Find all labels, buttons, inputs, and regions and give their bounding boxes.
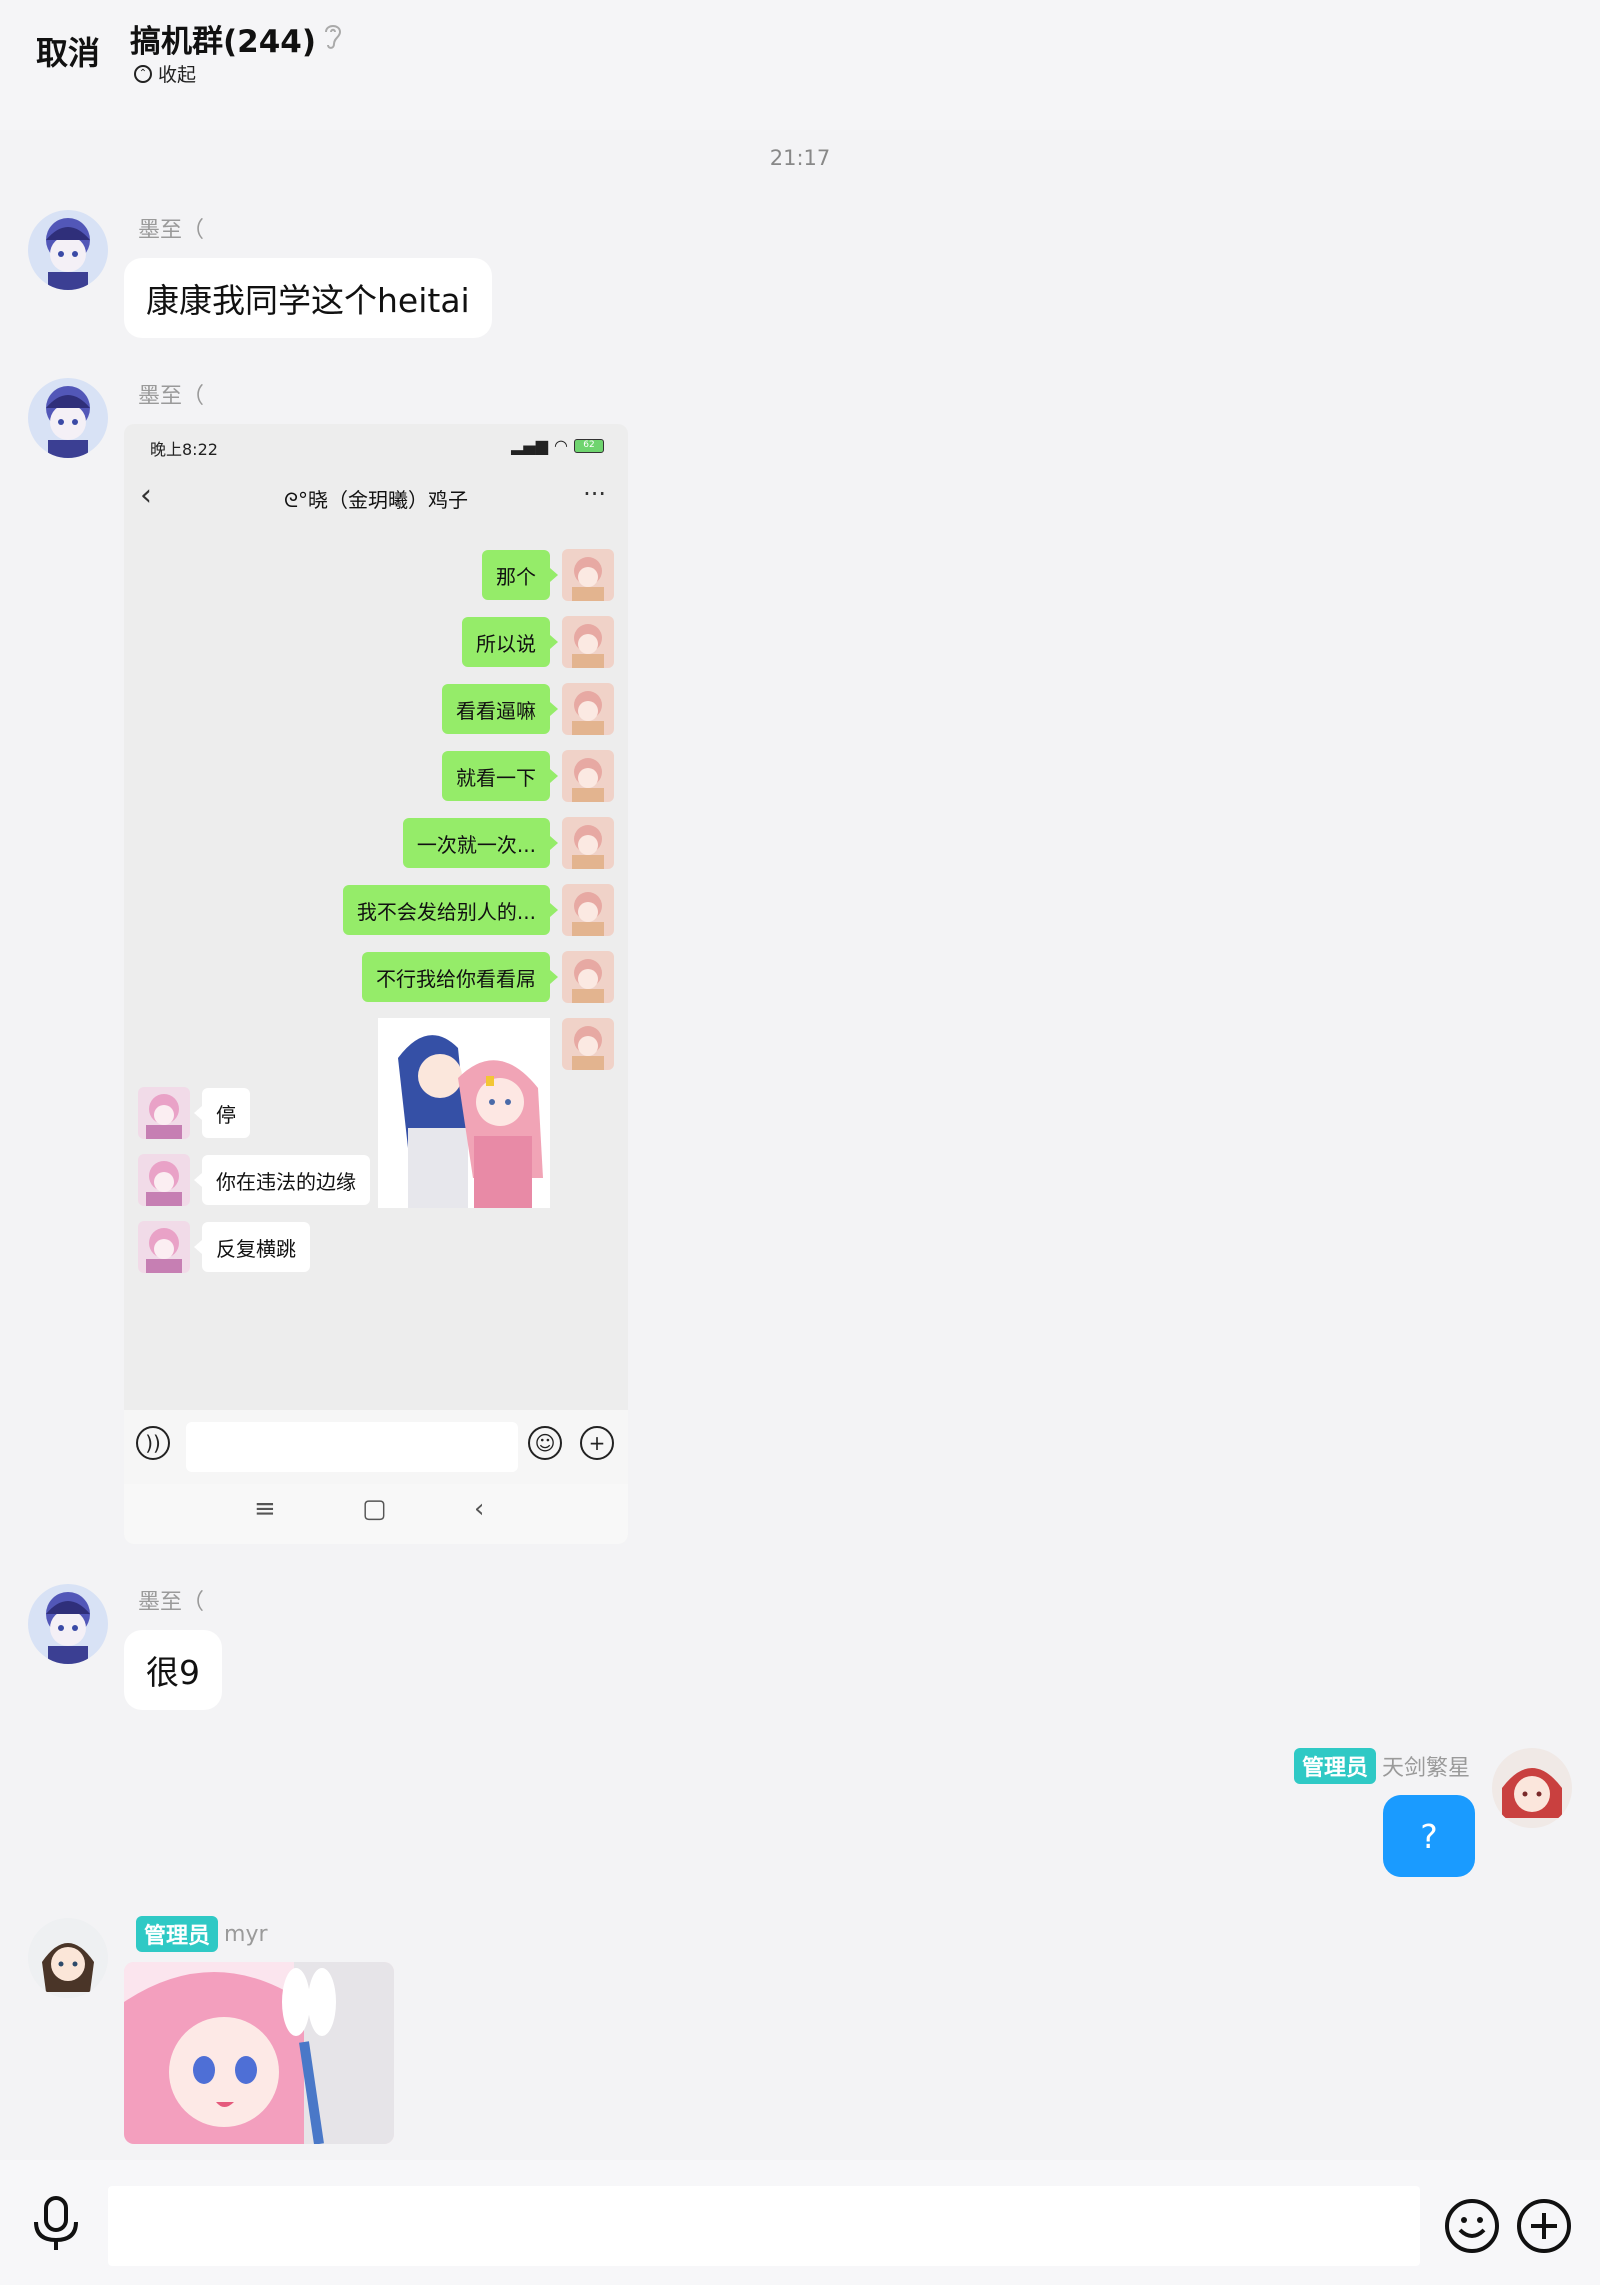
signal-icons: ▂▄▆ ◠ 62 [511,436,604,455]
admin-badge: 管理员 [136,1916,219,1952]
phone-chat-header: ‹ ᘓ°晓（金玥曦）鸡子 ··· [124,468,628,524]
sent-message: 看看逼嘛 [442,684,558,734]
battery-icon: 62 [574,438,604,453]
sender-avatar [562,683,614,735]
collapse-button[interactable]: ⌃ 收起 [134,60,196,87]
avatar[interactable] [28,1584,108,1664]
avatar[interactable] [28,1918,108,1998]
back-icon: ‹ [474,1494,485,1524]
avatar[interactable] [28,210,108,290]
sender-name: 墨至（ [138,218,205,243]
cancel-button[interactable]: 取消 [36,28,100,74]
phone-nav-bar: ≡ ▢ ‹ [124,1484,628,1544]
phone-input-bar: )) ☺ + [124,1410,628,1484]
sender-avatar [562,1018,614,1070]
friend-avatar [138,1221,190,1273]
signal-icon: ▂▄▆ [511,436,549,455]
sender-avatar [562,750,614,802]
phone-input-field [186,1422,518,1472]
sticker-image[interactable] [124,1962,394,2144]
phone-status-bar: 晚上8:22 ▂▄▆ ◠ 62 [124,424,628,468]
message-input[interactable] [108,2186,1420,2266]
emoji-icon[interactable] [1444,2198,1500,2254]
sent-message: 一次就一次... [402,818,559,868]
friend-avatar [138,1087,190,1139]
home-icon: ▢ [362,1494,387,1524]
received-message: 停 [194,1088,250,1138]
voice-icon: )) [136,1426,170,1460]
message-bubble[interactable]: ? [1383,1795,1475,1877]
sender-name: myr [224,1921,268,1947]
sender-avatar [562,817,614,869]
avatar[interactable] [1492,1748,1572,1828]
wifi-icon: ◠ [554,436,568,455]
emoji-icon: ☺ [528,1426,562,1460]
screenshot-image[interactable]: 晚上8:22 ▂▄▆ ◠ 62 ‹ ᘓ°晓（金玥曦）鸡子 ··· 那个 所以说 … [124,424,628,1544]
message-bubble[interactable]: 康康我同学这个heitai [124,258,492,338]
sender-avatar [562,616,614,668]
ear-icon[interactable] [320,20,346,52]
message-timestamp: 21:17 [769,146,831,170]
sent-message: 我不会发给别人的... [342,885,559,935]
collapse-label: 收起 [158,64,197,86]
phone-chat-title: ᘓ°晓（金玥曦）鸡子 [283,488,469,512]
group-title: 搞机群(244) [130,24,317,60]
sender-avatar [562,951,614,1003]
sender-avatar [562,884,614,936]
microphone-icon[interactable] [30,2196,82,2252]
sender-name: 天剑繁星 [1381,1756,1470,1781]
more-icon: ··· [583,480,606,508]
sent-message: 那个 [482,550,558,600]
sender-name: 墨至（ [138,384,205,409]
menu-icon: ≡ [254,1494,276,1524]
chat-header: 取消 搞机群(244) ⌃ 收起 [0,0,1600,130]
sender-avatar [562,549,614,601]
sent-message: 就看一下 [442,751,558,801]
friend-avatar [138,1154,190,1206]
received-message: 你在违法的边缘 [194,1155,370,1205]
chevron-up-icon: ⌃ [134,64,152,83]
sent-message: 不行我给你看看屌 [362,952,558,1002]
sender-info: 管理员 myr [136,1916,268,1952]
message-input-bar [0,2160,1600,2285]
avatar[interactable] [28,378,108,458]
sender-name: 墨至（ [138,1590,205,1615]
sent-anime-image [378,1018,550,1208]
plus-icon[interactable] [1516,2198,1572,2254]
sent-message: 所以说 [462,617,558,667]
sender-info: 管理员 天剑繁星 [1293,1748,1470,1784]
message-bubble[interactable]: 很9 [124,1630,222,1710]
plus-icon: + [580,1426,614,1460]
status-time: 晚上8:22 [150,440,218,459]
admin-badge: 管理员 [1293,1748,1376,1784]
received-message: 反复横跳 [194,1222,310,1272]
